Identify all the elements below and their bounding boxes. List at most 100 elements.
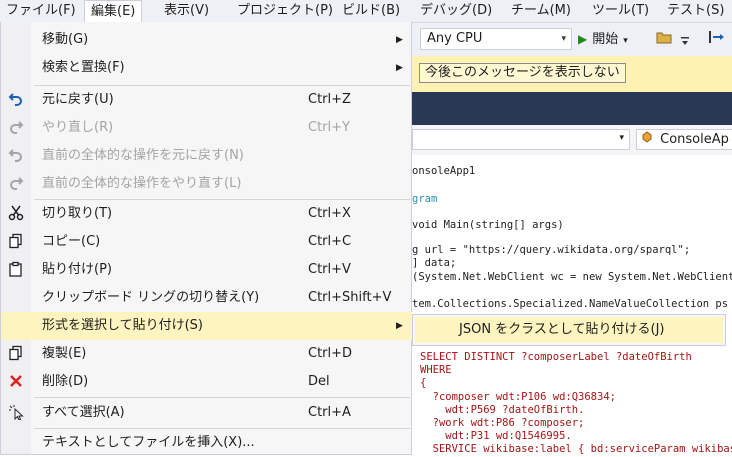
menu-item-shortcut: Ctrl+Shift+V	[308, 290, 392, 305]
menu-item-label: 複製(E)	[42, 346, 87, 361]
code-line: ?work wdt:P86 ?composer;	[420, 417, 585, 429]
menu-item-label: クリップボード リングの切り替え(Y)	[42, 290, 260, 305]
menu-item-cycle-clipboard-ring[interactable]: クリップボード リングの切り替え(Y) Ctrl+Shift+V	[1, 284, 412, 312]
type-combo[interactable]: ConsoleAp	[636, 129, 732, 150]
menu-edit[interactable]: 編集(E)	[84, 0, 143, 22]
menu-item-label: JSON をクラスとして貼り付ける(J)	[459, 322, 665, 337]
code-line: WHERE	[420, 364, 452, 376]
select-all-icon	[7, 404, 25, 422]
menu-item-cut[interactable]: 切り取り(T) Ctrl+X	[1, 200, 412, 228]
paste-icon	[7, 261, 25, 279]
menu-item-shortcut: Ctrl+V	[308, 262, 351, 277]
menu-item-paste[interactable]: 貼り付け(P) Ctrl+V	[1, 256, 412, 284]
menu-item-label: すべて選択(A)	[42, 405, 125, 420]
menu-item-shortcut: Ctrl+A	[308, 405, 351, 420]
global-redo-icon	[7, 175, 25, 193]
document-tab-strip	[412, 92, 732, 125]
menu-item-shortcut: Ctrl+Z	[308, 92, 351, 107]
menu-item-insert-file-as-text[interactable]: テキストとしてファイルを挿入(X)...	[1, 429, 412, 457]
menu-item-shortcut: Ctrl+Y	[308, 120, 350, 135]
menu-debug[interactable]: デバッグ(D)	[414, 0, 498, 22]
code-line: ?composer wdt:P106 wd:Q36834;	[420, 391, 616, 403]
code-line: ] data;	[412, 257, 457, 269]
menu-separator	[34, 397, 410, 398]
start-label: 開始	[592, 32, 619, 47]
menu-item-label: やり直し(R)	[42, 120, 114, 135]
menu-item-delete[interactable]: 削除(D) Del	[1, 368, 412, 396]
navigation-bar: ▾ ConsoleAp	[412, 125, 732, 156]
menu-item-goto[interactable]: 移動(G) ▶	[1, 26, 412, 54]
menu-build[interactable]: ビルド(B)	[336, 0, 406, 22]
submenu-arrow-icon: ▶	[396, 321, 403, 331]
dont-show-again-button[interactable]: 今後このメッセージを表示しない	[419, 63, 626, 83]
start-debugging-button[interactable]: ▶ 開始 ▾	[578, 28, 628, 50]
menu-item-label: 切り取り(T)	[42, 206, 113, 221]
edit-menu-dropdown: 移動(G) ▶ 検索と置換(F) ▶ 元に戻す(U) Ctrl+Z やり直し(R…	[0, 22, 412, 455]
type-combo-value: ConsoleAp	[660, 132, 729, 147]
step-into-icon[interactable]	[708, 30, 726, 48]
code-line: SELECT DISTINCT ?composerLabel ?dateOfBi…	[420, 351, 692, 363]
menu-test[interactable]: テスト(S)	[661, 0, 730, 22]
chevron-down-icon: ▾	[561, 34, 566, 44]
code-line: wdt:P569 ?dateOfBirth.	[420, 404, 585, 416]
code-line: gram	[412, 193, 438, 205]
code-line: g url = "https://query.wikidata.org/spar…	[412, 244, 691, 256]
code-line: tem.Collections.Specialized.NameValueCol…	[412, 298, 732, 310]
delete-icon	[7, 373, 25, 391]
submenu-arrow-icon: ▶	[396, 35, 403, 45]
paste-special-submenu: JSON をクラスとして貼り付ける(J)	[412, 314, 726, 346]
menu-item-shortcut: Ctrl+X	[308, 206, 351, 221]
menu-item-label: 移動(G)	[42, 32, 89, 47]
code-line: SERVICE wikibase:label { bd:serviceParam…	[420, 443, 732, 455]
platform-combo[interactable]: Any CPU ▾	[420, 28, 572, 50]
platform-combo-value: Any CPU	[427, 31, 483, 46]
menu-item-copy[interactable]: コピー(C) Ctrl+C	[1, 228, 412, 256]
global-undo-icon	[7, 147, 25, 165]
menu-view[interactable]: 表示(V)	[158, 0, 215, 22]
submenu-arrow-icon: ▶	[396, 63, 403, 73]
menu-item-paste-json-as-classes[interactable]: JSON をクラスとして貼り付ける(J)	[415, 317, 723, 343]
undo-icon	[7, 91, 25, 109]
menu-item-global-undo[interactable]: 直前の全体的な操作を元に戻す(N)	[1, 142, 412, 170]
menu-item-label: 直前の全体的な操作を元に戻す(N)	[42, 148, 244, 163]
menu-item-paste-special[interactable]: 形式を選択して貼り付け(S) ▶	[1, 312, 412, 340]
info-bar: 今後このメッセージを表示しない	[412, 56, 732, 93]
standard-toolbar: Any CPU ▾ ▶ 開始 ▾	[412, 23, 732, 56]
cut-icon	[7, 205, 25, 223]
chevron-down-icon: ▾	[619, 133, 624, 143]
menu-item-find-replace[interactable]: 検索と置換(F) ▶	[1, 54, 412, 82]
menu-item-shortcut: Del	[308, 374, 330, 389]
menu-team[interactable]: チーム(M)	[505, 0, 577, 22]
menu-item-duplicate[interactable]: 複製(E) Ctrl+D	[1, 340, 412, 368]
project-combo[interactable]: ▾	[412, 129, 630, 150]
toolbar-overflow-icon[interactable]	[680, 35, 690, 51]
code-line: onsoleApp1	[412, 165, 476, 177]
menu-project[interactable]: プロジェクト(P)	[231, 0, 339, 22]
menu-tools[interactable]: ツール(T)	[586, 0, 655, 22]
code-line: (System.Net.WebClient wc = new System.Ne…	[412, 271, 732, 283]
play-icon: ▶	[578, 32, 588, 46]
menu-item-select-all[interactable]: すべて選択(A) Ctrl+A	[1, 399, 412, 427]
menu-item-label: 形式を選択して貼り付け(S)	[42, 318, 204, 333]
code-editor[interactable]: onsoleApp1 gram void Main(string[] args)…	[412, 155, 732, 455]
code-line: {	[420, 377, 427, 389]
start-chevron-down-icon: ▾	[623, 36, 628, 46]
menu-item-label: 直前の全体的な操作をやり直す(L)	[42, 176, 242, 191]
menu-item-redo[interactable]: やり直し(R) Ctrl+Y	[1, 114, 412, 142]
menu-item-global-redo[interactable]: 直前の全体的な操作をやり直す(L)	[1, 170, 412, 198]
menu-item-label: テキストとしてファイルを挿入(X)...	[42, 435, 255, 450]
folder-icon[interactable]	[656, 30, 672, 48]
code-line: wdt:P31 wd:Q1546995.	[420, 430, 572, 442]
duplicate-icon	[7, 345, 25, 363]
menu-item-label: 削除(D)	[42, 374, 89, 389]
menu-item-label: コピー(C)	[42, 234, 101, 249]
menu-item-undo[interactable]: 元に戻す(U) Ctrl+Z	[1, 86, 412, 114]
menu-item-label: 貼り付け(P)	[42, 262, 112, 277]
menu-item-shortcut: Ctrl+D	[308, 346, 353, 361]
menu-item-label: 元に戻す(U)	[42, 92, 114, 107]
menu-item-label: 検索と置換(F)	[42, 60, 125, 75]
code-line: void Main(string[] args)	[412, 219, 564, 231]
menu-file[interactable]: ファイル(F)	[0, 0, 82, 22]
copy-icon	[7, 233, 25, 251]
redo-icon	[7, 119, 25, 137]
